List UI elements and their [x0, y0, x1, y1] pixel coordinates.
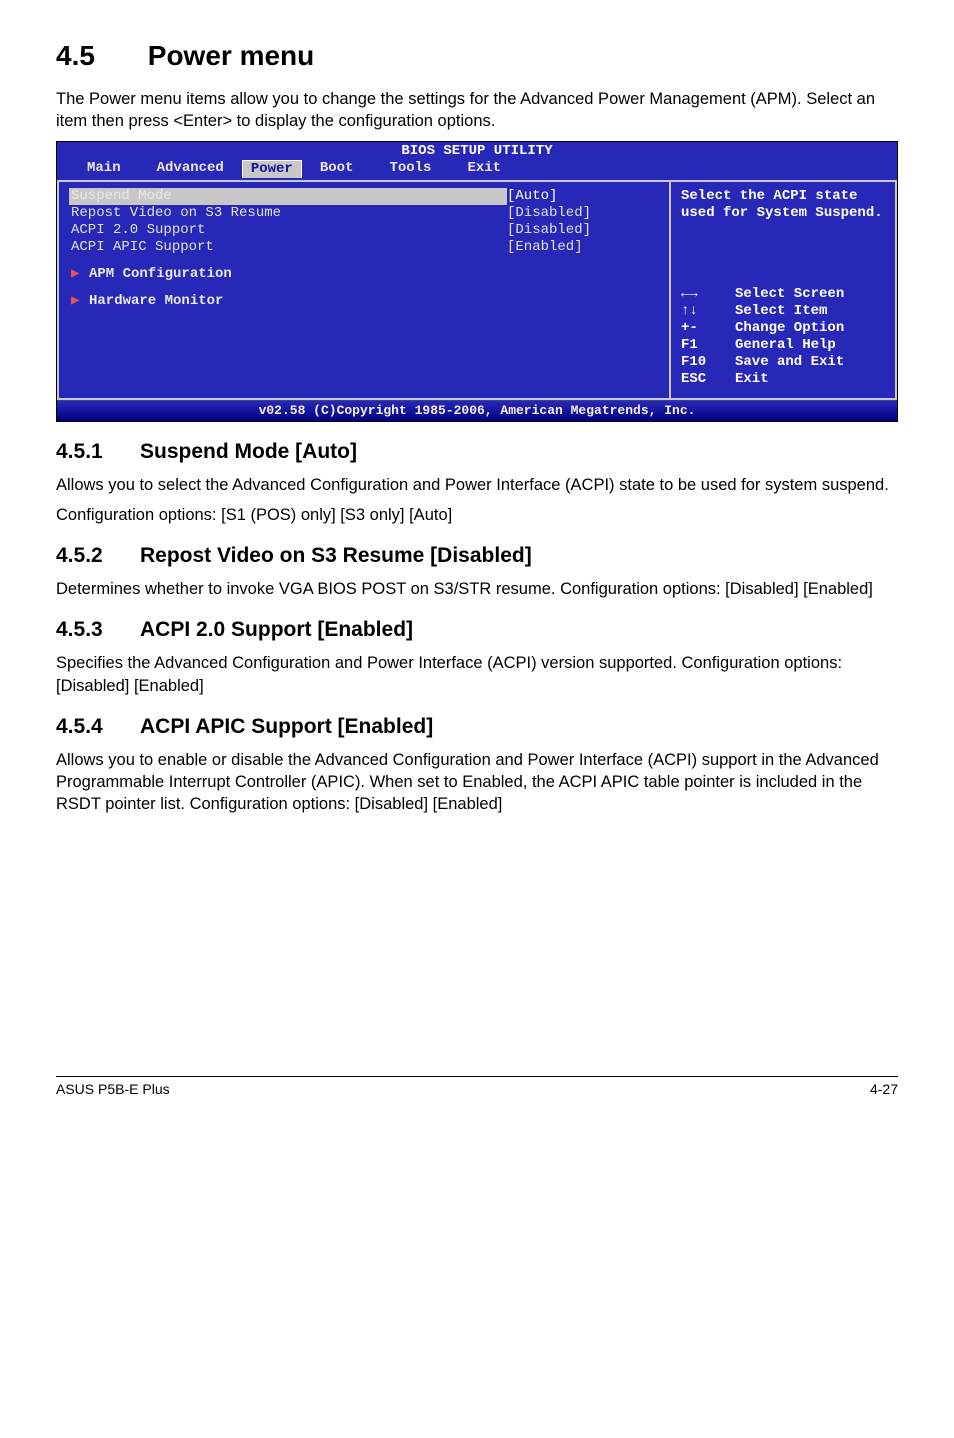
nav-desc: Exit: [735, 371, 769, 388]
subsection-heading: 4.5.1Suspend Mode [Auto]: [56, 440, 898, 464]
bios-item-label: Suspend Mode: [69, 188, 507, 205]
subsection-title: ACPI APIC Support [Enabled]: [140, 715, 433, 738]
bios-item-value: [Auto]: [507, 188, 657, 205]
subsection-title: Repost Video on S3 Resume [Disabled]: [140, 544, 532, 567]
bios-item-value: [Disabled]: [507, 222, 657, 239]
triangle-icon: ▶: [71, 293, 89, 310]
body-paragraph: Allows you to select the Advanced Config…: [56, 474, 898, 496]
bios-tabs: Main Advanced Power Boot Tools Exit: [57, 160, 897, 180]
bios-right-pane: Select the ACPI state used for System Su…: [669, 180, 897, 400]
nav-desc: Select Item: [735, 303, 827, 320]
bios-submenu-hwmon[interactable]: ▶Hardware Monitor: [71, 293, 657, 310]
bios-item-value: [Enabled]: [507, 239, 657, 256]
subsection-heading: 4.5.4ACPI APIC Support [Enabled]: [56, 715, 898, 739]
footer-right: 4-27: [870, 1081, 898, 1097]
bios-nav-hints: ←→Select Screen ↑↓Select Item +-Change O…: [681, 286, 887, 388]
nav-key: ESC: [681, 371, 735, 388]
bios-screenshot: BIOS SETUP UTILITY Main Advanced Power B…: [56, 141, 898, 422]
subsection-number: 4.5.4: [56, 715, 140, 739]
bios-item-suspend-mode[interactable]: Suspend Mode [Auto]: [71, 188, 657, 205]
bios-item-label: ACPI APIC Support: [71, 239, 507, 256]
section-title: Power menu: [148, 40, 314, 71]
nav-key: ←→: [681, 286, 735, 303]
body-paragraph: Specifies the Advanced Configuration and…: [56, 652, 898, 697]
subsection-heading: 4.5.3ACPI 2.0 Support [Enabled]: [56, 618, 898, 642]
nav-row: ↑↓Select Item: [681, 303, 887, 320]
subsection-number: 4.5.3: [56, 618, 140, 642]
subsection-title: ACPI 2.0 Support [Enabled]: [140, 618, 413, 641]
footer-left: ASUS P5B-E Plus: [56, 1081, 170, 1097]
body-paragraph: Allows you to enable or disable the Adva…: [56, 749, 898, 816]
nav-key: +-: [681, 320, 735, 337]
bios-title: BIOS SETUP UTILITY: [57, 142, 897, 160]
bios-item-acpi-20[interactable]: ACPI 2.0 Support [Disabled]: [71, 222, 657, 239]
nav-row: +-Change Option: [681, 320, 887, 337]
bios-footer: v02.58 (C)Copyright 1985-2006, American …: [57, 400, 897, 421]
bios-item-label: ACPI 2.0 Support: [71, 222, 507, 239]
bios-submenu-label: APM Configuration: [89, 266, 232, 282]
bios-tab-tools[interactable]: Tools: [371, 160, 449, 178]
nav-key: F1: [681, 337, 735, 354]
bios-tab-advanced[interactable]: Advanced: [139, 160, 242, 178]
section-heading: 4.5 Power menu: [56, 40, 898, 72]
nav-desc: General Help: [735, 337, 836, 354]
subsection-number: 4.5.2: [56, 544, 140, 568]
nav-desc: Select Screen: [735, 286, 844, 303]
bios-item-repost-video[interactable]: Repost Video on S3 Resume [Disabled]: [71, 205, 657, 222]
bios-submenu-apm[interactable]: ▶APM Configuration: [71, 266, 657, 283]
triangle-icon: ▶: [71, 266, 89, 283]
nav-key: F10: [681, 354, 735, 371]
bios-submenu-label: Hardware Monitor: [89, 293, 223, 309]
nav-desc: Change Option: [735, 320, 844, 337]
intro-paragraph: The Power menu items allow you to change…: [56, 88, 898, 133]
bios-tab-main[interactable]: Main: [69, 160, 139, 178]
bios-left-pane: Suspend Mode [Auto] Repost Video on S3 R…: [57, 180, 669, 400]
nav-row: F10Save and Exit: [681, 354, 887, 371]
body-paragraph: Determines whether to invoke VGA BIOS PO…: [56, 578, 898, 600]
page-footer: ASUS P5B-E Plus 4-27: [56, 1076, 898, 1097]
bios-help-text: Select the ACPI state used for System Su…: [681, 188, 887, 222]
nav-key: ↑↓: [681, 303, 735, 320]
body-paragraph: Configuration options: [S1 (POS) only] […: [56, 504, 898, 526]
bios-tab-power[interactable]: Power: [242, 160, 302, 178]
subsection-title: Suspend Mode [Auto]: [140, 440, 357, 463]
subsection-heading: 4.5.2Repost Video on S3 Resume [Disabled…: [56, 544, 898, 568]
bios-tab-boot[interactable]: Boot: [302, 160, 372, 178]
section-number: 4.5: [56, 40, 140, 72]
nav-row: ESCExit: [681, 371, 887, 388]
bios-tab-exit[interactable]: Exit: [449, 160, 519, 178]
bios-item-acpi-apic[interactable]: ACPI APIC Support [Enabled]: [71, 239, 657, 256]
bios-item-value: [Disabled]: [507, 205, 657, 222]
nav-row: ←→Select Screen: [681, 286, 887, 303]
nav-desc: Save and Exit: [735, 354, 844, 371]
nav-row: F1General Help: [681, 337, 887, 354]
bios-item-label: Repost Video on S3 Resume: [71, 205, 507, 222]
subsection-number: 4.5.1: [56, 440, 140, 464]
